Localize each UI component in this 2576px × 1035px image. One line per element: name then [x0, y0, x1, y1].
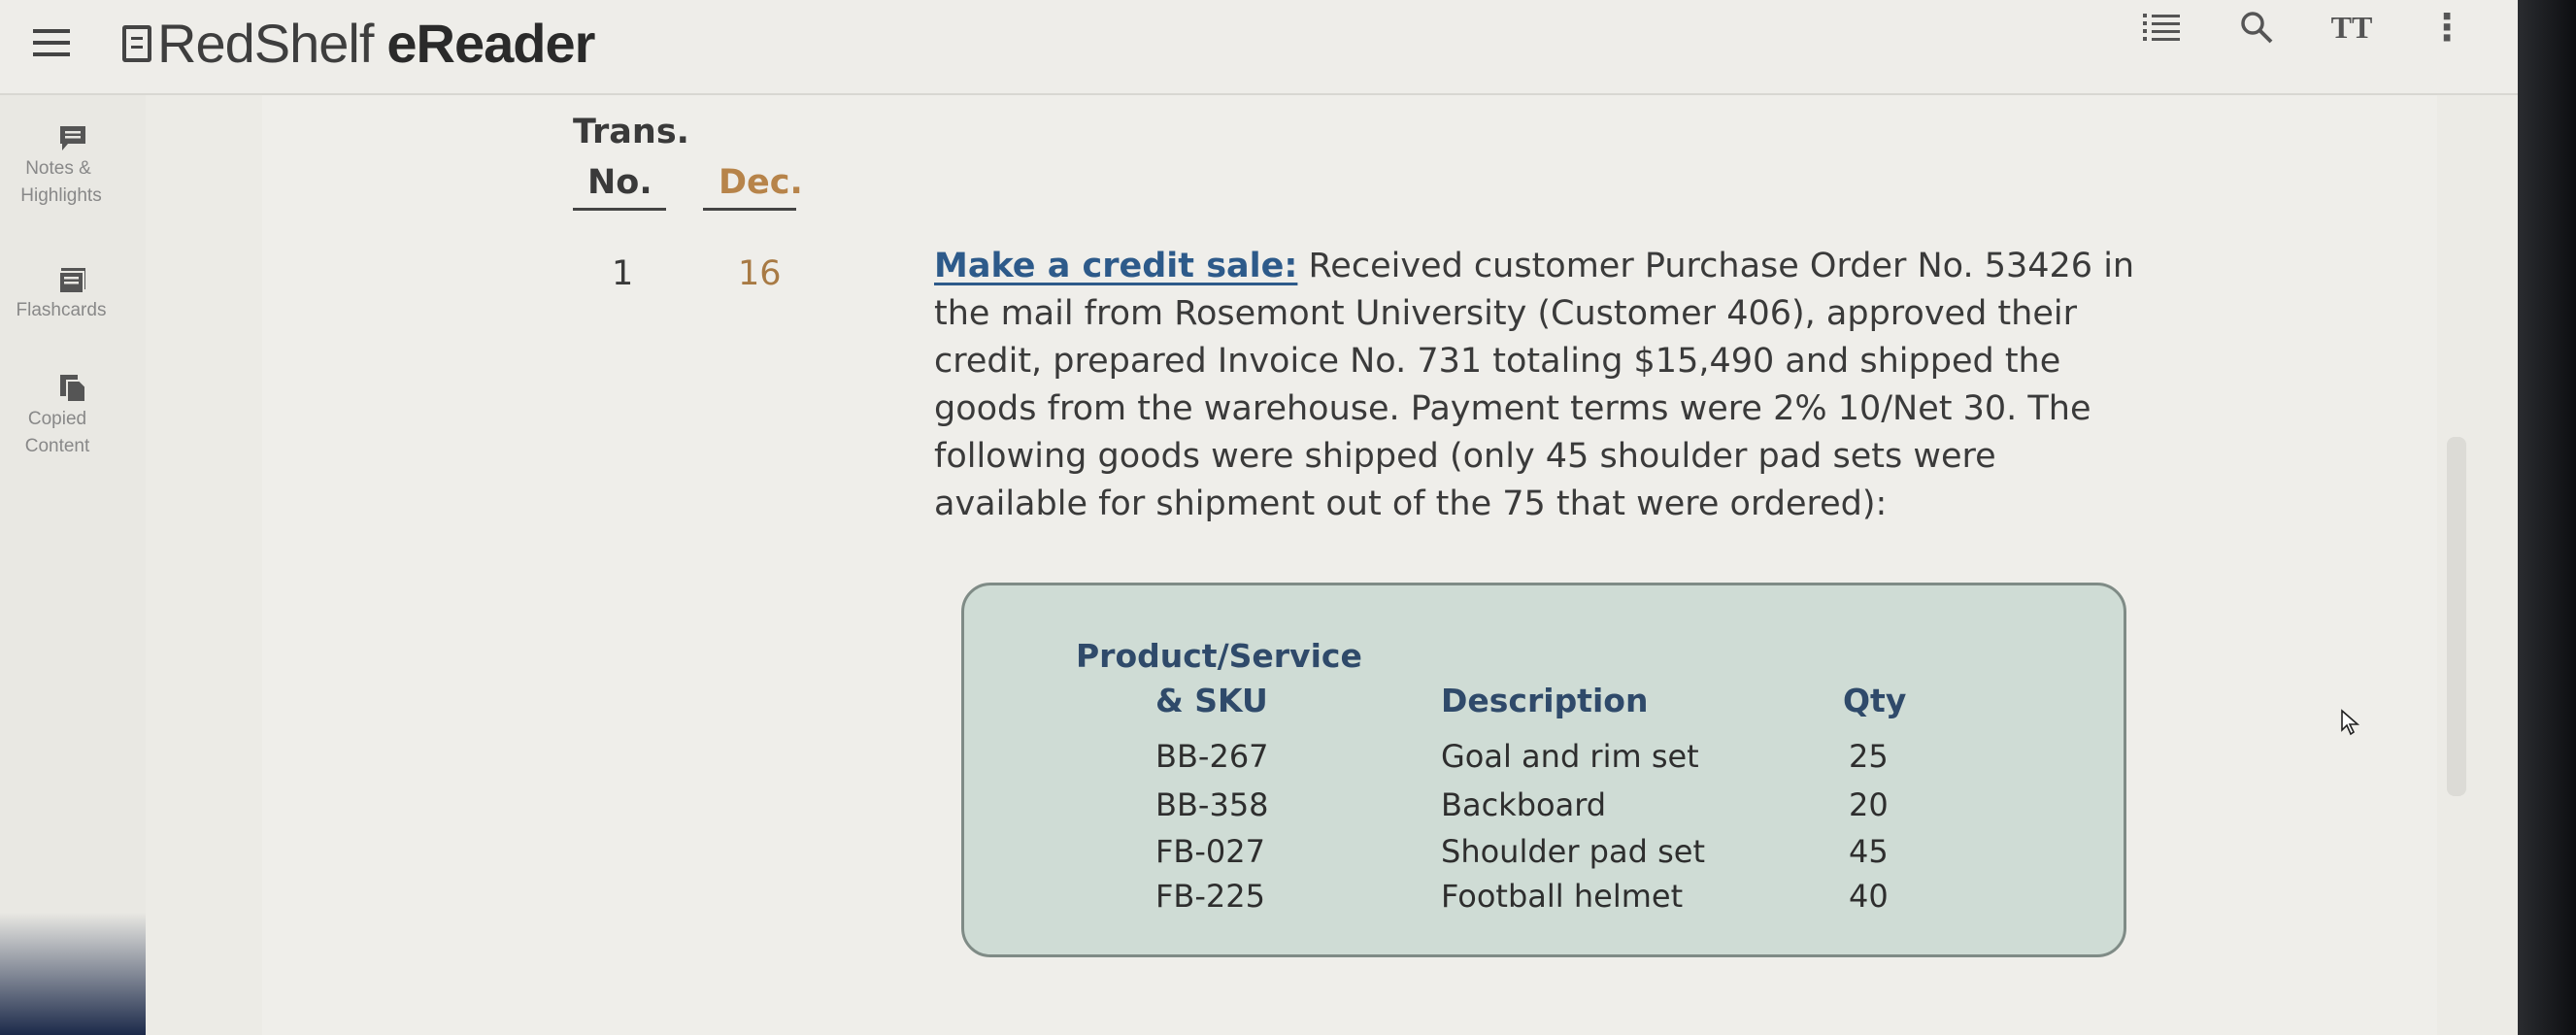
- book-icon: [122, 25, 151, 62]
- toolbar-icons: TT ⋮: [2142, 6, 2466, 49]
- table-cell-sku: BB-267: [1155, 738, 1269, 775]
- transaction-lead: Make a credit sale:: [934, 247, 1298, 285]
- search-icon[interactable]: [2237, 8, 2276, 47]
- sidebar-item-copied-content[interactable]: Copied Content: [0, 373, 146, 460]
- sidebar-item-flashcards[interactable]: Flashcards: [0, 266, 146, 324]
- sidebar-label: Highlights: [20, 185, 102, 206]
- header-date-underline: [703, 208, 796, 211]
- table-cell-description: Backboard: [1441, 786, 1607, 823]
- th-qty: Qty: [1843, 682, 1907, 719]
- th-product-line1: Product/Service: [1076, 637, 1362, 675]
- brand-suffix: eReader: [386, 13, 595, 74]
- flashcards-icon: [58, 268, 85, 294]
- trans-number: 1: [612, 254, 634, 293]
- header-trans: Trans.: [573, 113, 689, 151]
- table-cell-sku: BB-358: [1155, 786, 1269, 823]
- table-cell-sku: FB-027: [1155, 833, 1265, 870]
- menu-icon[interactable]: [33, 29, 70, 62]
- app-logo[interactable]: RedShelf eReader: [122, 10, 595, 78]
- sidebar-item-notes-highlights[interactable]: Notes & Highlights: [0, 124, 146, 210]
- table-cell-qty: 40: [1849, 878, 1889, 915]
- copied-content-icon: [60, 375, 86, 403]
- mouse-cursor-icon: [2341, 709, 2360, 736]
- monitor-bezel: [2518, 0, 2576, 1035]
- more-label: ⋮: [2428, 6, 2465, 49]
- scrollbar-thumb[interactable]: [2447, 437, 2466, 796]
- table-cell-sku: FB-225: [1155, 878, 1265, 915]
- transaction-text: Received customer Purchase Order No. 534…: [934, 247, 2135, 523]
- text-size-label: TT: [2330, 9, 2373, 45]
- table-cell-qty: 45: [1849, 833, 1889, 870]
- header-no-underline: [573, 208, 666, 211]
- th-product-line2: & SKU: [1155, 682, 1268, 719]
- table-cell-qty: 20: [1849, 786, 1889, 823]
- table-cell-description: Football helmet: [1441, 878, 1684, 915]
- sidebar-label: Content: [24, 436, 90, 456]
- sidebar-label: Notes &: [25, 158, 91, 179]
- sidebar-label: Flashcards: [16, 300, 107, 320]
- transaction-paragraph: Make a credit sale: Received customer Pu…: [934, 243, 2158, 528]
- top-bar: RedShelf eReader TT ⋮: [0, 0, 2544, 95]
- sidebar-label: Copied: [27, 409, 87, 429]
- more-vert-icon[interactable]: ⋮: [2427, 6, 2466, 49]
- header-no: No.: [587, 163, 652, 202]
- sidebar: Notes & Highlights Flashcards Copied Con…: [0, 95, 146, 1035]
- ereader-screen: RedShelf eReader TT ⋮ Notes & Highlights…: [0, 0, 2544, 1035]
- trans-date: 16: [738, 254, 782, 293]
- table-cell-description: Goal and rim set: [1441, 738, 1699, 775]
- brand-name: RedShelf: [157, 13, 374, 74]
- th-description: Description: [1441, 682, 1649, 719]
- table-cell-qty: 25: [1849, 738, 1889, 775]
- text-size-icon[interactable]: TT: [2330, 8, 2373, 47]
- table-cell-description: Shoulder pad set: [1441, 833, 1705, 870]
- header-date: Dec.: [719, 163, 803, 202]
- notes-icon: [60, 126, 85, 150]
- toc-icon[interactable]: [2142, 8, 2181, 47]
